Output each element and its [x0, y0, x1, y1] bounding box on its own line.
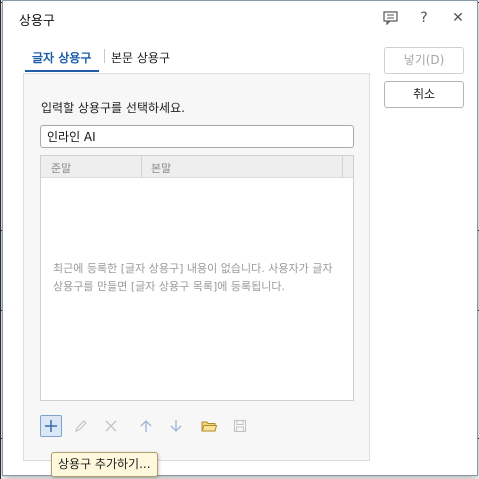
autotext-dialog: 상용구 ? ✕ 글자 상용구 본문 상용구 입력할 상용구를 선택하세요. 준말… — [2, 0, 478, 477]
tab-body-autotext[interactable]: 본문 상용구 — [111, 49, 170, 66]
move-up-icon[interactable] — [135, 415, 157, 437]
autotext-input[interactable] — [40, 125, 354, 148]
add-tooltip: 상용구 추가하기... — [51, 452, 158, 477]
doc-left-edge — [0, 0, 1, 479]
autotext-list[interactable]: 준말 본말 최근에 등록한 [글자 상용구] 내용이 없습니다. 사용자가 글자… — [40, 155, 354, 401]
column-divider — [342, 156, 343, 178]
help-button[interactable]: ? — [413, 7, 435, 29]
tab-separator — [104, 49, 105, 63]
open-folder-icon[interactable] — [198, 415, 220, 437]
tab-glyph-autotext[interactable]: 글자 상용구 — [32, 49, 91, 66]
active-tab-indicator — [25, 70, 99, 72]
dialog-title: 상용구 — [19, 14, 55, 29]
select-prompt: 입력할 상용구를 선택하세요. — [41, 101, 185, 115]
close-button[interactable]: ✕ — [447, 7, 469, 29]
list-header: 준말 본말 — [41, 156, 353, 178]
column-abbreviation[interactable]: 준말 — [51, 160, 71, 176]
move-down-icon[interactable] — [165, 415, 187, 437]
delete-icon[interactable] — [100, 415, 122, 437]
save-icon[interactable] — [229, 415, 251, 437]
dialog-titlebar[interactable]: 상용구 ? ✕ — [3, 1, 477, 35]
add-icon[interactable] — [40, 415, 62, 437]
cancel-button[interactable]: 취소 — [384, 81, 464, 108]
empty-list-message: 최근에 등록한 [글자 상용구] 내용이 없습니다. 사용자가 글자 상용구를 … — [53, 262, 333, 293]
insert-button[interactable]: 넣기(D) — [384, 47, 464, 74]
comment-icon[interactable] — [379, 7, 401, 29]
edit-icon[interactable] — [70, 415, 92, 437]
column-divider — [141, 156, 142, 178]
column-full-text[interactable]: 본말 — [151, 160, 171, 176]
